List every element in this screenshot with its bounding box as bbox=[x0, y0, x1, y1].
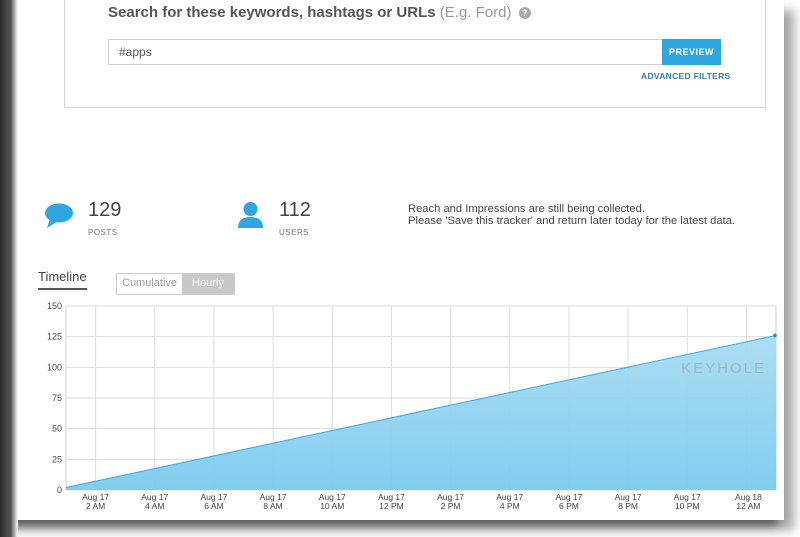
y-tick-label: 100 bbox=[47, 362, 62, 372]
x-tick-time: 4 PM bbox=[500, 501, 520, 511]
timeline-chart: 0255075100125150KEYHOLEAug 172 AMAug 174… bbox=[47, 301, 777, 511]
x-tick-time: 4 AM bbox=[145, 501, 164, 511]
chart-mode-toggle: Cumulative Hourly bbox=[116, 273, 235, 295]
search-title: Search for these keywords, hashtags or U… bbox=[108, 4, 531, 21]
series-end-point bbox=[773, 333, 777, 338]
y-tick-label: 50 bbox=[52, 424, 62, 434]
y-tick-label: 0 bbox=[57, 485, 62, 495]
left-edge-shadow bbox=[0, 0, 18, 537]
users-label: USERS bbox=[279, 228, 310, 237]
search-example: (E.g. Ford) bbox=[439, 4, 512, 21]
y-tick-label: 150 bbox=[47, 301, 62, 311]
user-icon bbox=[238, 202, 263, 228]
speech-bubble-icon bbox=[45, 203, 73, 228]
posts-count: 129 bbox=[88, 199, 122, 221]
keyhole-watermark: KEYHOLE bbox=[681, 360, 766, 377]
collection-notice: Reach and Impressions are still being co… bbox=[408, 203, 735, 227]
cumulative-toggle[interactable]: Cumulative bbox=[117, 274, 183, 294]
x-tick-time: 2 AM bbox=[86, 501, 105, 511]
advanced-filters-link[interactable]: ADVANCED FILTERS bbox=[641, 71, 730, 81]
x-tick-time: 2 PM bbox=[441, 501, 461, 511]
posts-label: POSTS bbox=[88, 228, 118, 237]
notice-line-1: Reach and Impressions are still being co… bbox=[408, 203, 645, 215]
search-input[interactable] bbox=[108, 39, 671, 65]
tab-timeline[interactable]: Timeline bbox=[38, 269, 87, 290]
x-tick-time: 8 AM bbox=[263, 501, 282, 511]
search-title-text: Search for these keywords, hashtags or U… bbox=[108, 4, 436, 21]
app-frame: Search for these keywords, hashtags or U… bbox=[0, 0, 784, 520]
y-tick-label: 125 bbox=[47, 332, 62, 342]
x-tick-time: 12 AM bbox=[736, 501, 760, 511]
x-tick-time: 12 PM bbox=[379, 501, 404, 511]
y-tick-label: 75 bbox=[52, 393, 62, 403]
x-tick-time: 6 PM bbox=[559, 501, 579, 511]
y-tick-label: 25 bbox=[52, 454, 62, 464]
x-tick-time: 10 PM bbox=[675, 501, 700, 511]
question-circle-icon[interactable]: ? bbox=[518, 7, 531, 19]
notice-line-2: Please 'Save this tracker' and return la… bbox=[408, 215, 736, 227]
x-tick-time: 8 PM bbox=[618, 501, 638, 511]
preview-button[interactable]: PREVIEW bbox=[662, 39, 721, 65]
x-tick-time: 6 AM bbox=[204, 501, 223, 511]
hourly-toggle[interactable]: Hourly bbox=[182, 274, 234, 294]
x-tick-time: 10 AM bbox=[320, 501, 344, 511]
users-count: 112 bbox=[279, 199, 311, 221]
